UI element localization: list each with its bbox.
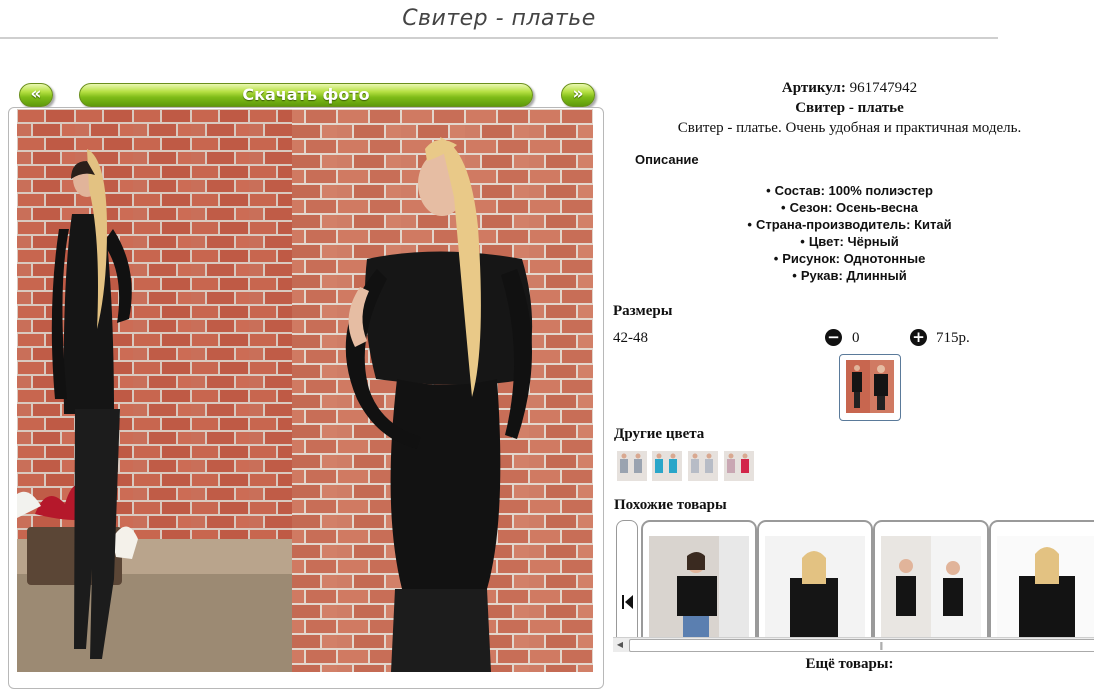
similar-product-card[interactable]	[873, 520, 989, 647]
similar-product-card[interactable]	[989, 520, 1094, 647]
sku-label: Артикул:	[781, 80, 846, 96]
title-divider	[0, 37, 998, 39]
feature-item: • Состав: 100% полиэстер	[766, 183, 933, 198]
color-swatch[interactable]	[688, 451, 718, 481]
download-photo-button[interactable]: Скачать фото	[79, 83, 533, 107]
feature-item: • Рукав: Длинный	[792, 268, 907, 283]
color-swatch[interactable]	[617, 451, 647, 481]
feature-item: • Сезон: Осень-весна	[781, 200, 918, 215]
feature-list: • Состав: 100% полиэстер • Сезон: Осень-ве…	[605, 182, 1094, 284]
carousel-prev-button[interactable]	[616, 520, 638, 646]
next-photo-button[interactable]: »	[561, 83, 595, 107]
feature-item: • Цвет: Чёрный	[800, 234, 899, 249]
similar-products-carousel	[613, 518, 1094, 653]
decrease-quantity-button[interactable]: −	[825, 329, 842, 346]
feature-item: • Страна-производитель: Китай	[747, 217, 952, 232]
page-title: Свитер - платье	[402, 6, 596, 31]
skip-back-icon	[622, 595, 633, 609]
color-swatch[interactable]	[652, 451, 682, 481]
product-short-description: Свитер - платье. Очень удобная и практич…	[677, 120, 1022, 136]
other-colors-heading: Другие цвета	[614, 426, 705, 442]
more-products-heading: Ещё товары:	[805, 656, 894, 672]
carousel-scrollbar[interactable]: ◀ |||	[613, 637, 1094, 652]
price: 715р.	[936, 330, 970, 346]
sizes-heading: Размеры	[613, 303, 673, 319]
size-thumbnail[interactable]	[839, 354, 901, 421]
increase-quantity-button[interactable]: +	[910, 329, 927, 346]
description-heading: Описание	[635, 152, 699, 167]
product-photo[interactable]	[17, 109, 593, 672]
product-name: Свитер - платье	[795, 100, 904, 116]
scroll-left-icon[interactable]: ◀	[613, 638, 627, 652]
feature-item: • Рисунок: Однотонные	[773, 251, 926, 266]
size-value: 42-48	[613, 330, 648, 346]
sku-value: 961747942	[849, 80, 918, 96]
product-info: Артикул: 961747942 Свитер - платье Свите…	[605, 78, 1094, 142]
similar-product-card[interactable]	[641, 520, 757, 647]
color-swatch[interactable]	[724, 451, 754, 481]
prev-photo-button[interactable]: «	[19, 83, 53, 107]
similar-products-heading: Похожие товары	[614, 497, 727, 513]
scrollbar-thumb[interactable]: |||	[629, 639, 1094, 652]
sku-line: Артикул: 961747942	[605, 80, 1094, 100]
quantity-value: 0	[852, 330, 860, 346]
similar-product-card[interactable]	[757, 520, 873, 647]
